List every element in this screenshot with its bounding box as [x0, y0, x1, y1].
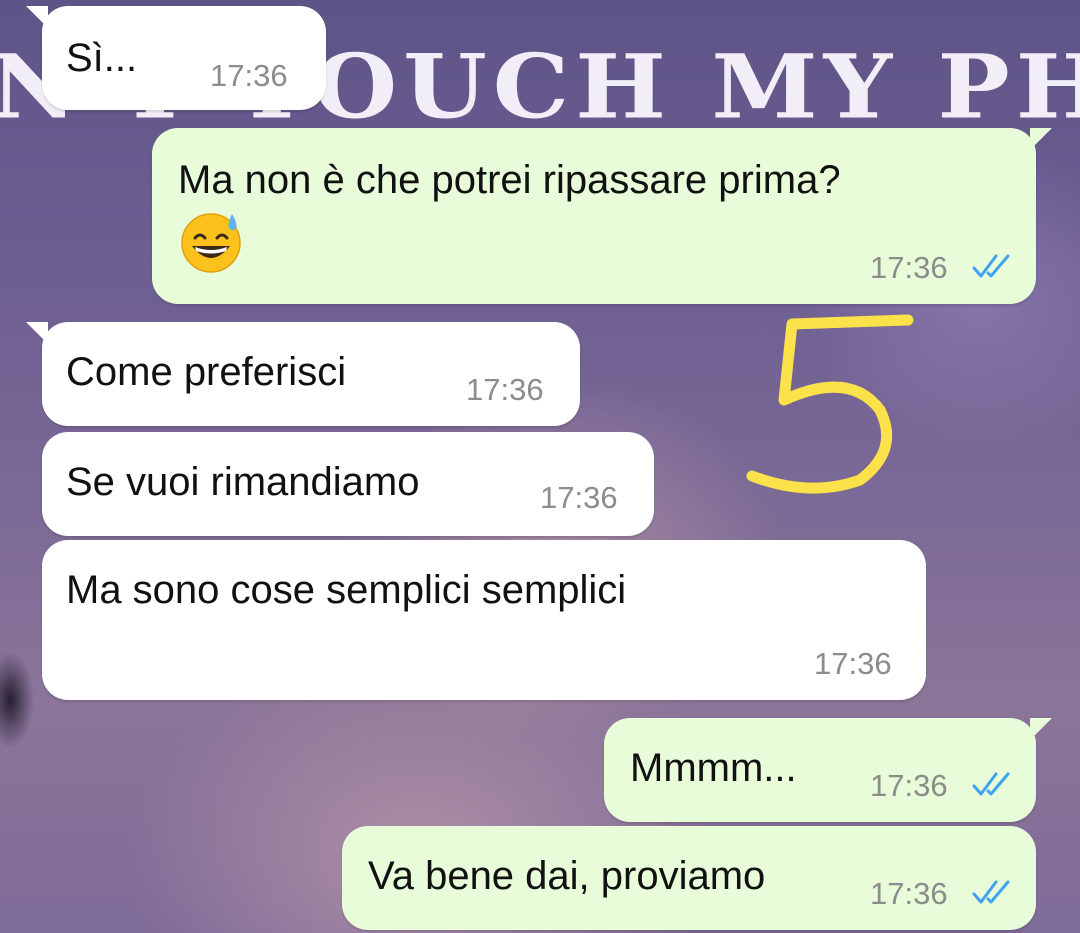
- read-receipt-double-check-icon: [972, 254, 1010, 278]
- message-bubble-outgoing[interactable]: Ma non è che potrei ripassare prima? 17:…: [152, 128, 1052, 304]
- message-text: Mmmm...: [630, 746, 797, 790]
- handwritten-number-annotation: [746, 314, 914, 494]
- message-text: Ma non è che potrei ripassare prima?: [178, 158, 841, 202]
- message-timestamp: 17:36: [540, 480, 618, 515]
- message-text: Sì...: [66, 36, 138, 80]
- message-bubble-outgoing[interactable]: Va bene dai, proviamo 17:36: [342, 826, 1036, 930]
- message-timestamp: 17:36: [870, 250, 948, 285]
- message-text: Ma sono cose semplici semplici: [66, 568, 627, 612]
- annotation-stroke: [746, 314, 914, 494]
- message-bubble-outgoing[interactable]: Mmmm... 17:36: [604, 718, 1052, 822]
- message-text: Va bene dai, proviamo: [368, 854, 766, 898]
- grinning-face-with-sweat-icon: [181, 213, 241, 273]
- message-timestamp: 17:36: [870, 768, 948, 803]
- message-bubble-incoming[interactable]: Ma sono cose semplici semplici 17:36: [42, 540, 926, 700]
- message-timestamp: 17:36: [814, 646, 892, 681]
- read-receipt-double-check-icon: [972, 772, 1010, 796]
- message-bubble-incoming[interactable]: Come preferisci 17:36: [26, 322, 580, 426]
- message-timestamp: 17:36: [466, 372, 544, 407]
- message-timestamp: 17:36: [210, 58, 288, 93]
- message-text: Come preferisci: [66, 350, 347, 394]
- read-receipt-double-check-icon: [972, 880, 1010, 904]
- message-timestamp: 17:36: [870, 876, 948, 911]
- message-bubble-incoming[interactable]: Se vuoi rimandiamo 17:36: [42, 432, 654, 536]
- message-text: Se vuoi rimandiamo: [66, 460, 420, 504]
- message-bubble-incoming[interactable]: Sì... 17:36: [26, 6, 326, 110]
